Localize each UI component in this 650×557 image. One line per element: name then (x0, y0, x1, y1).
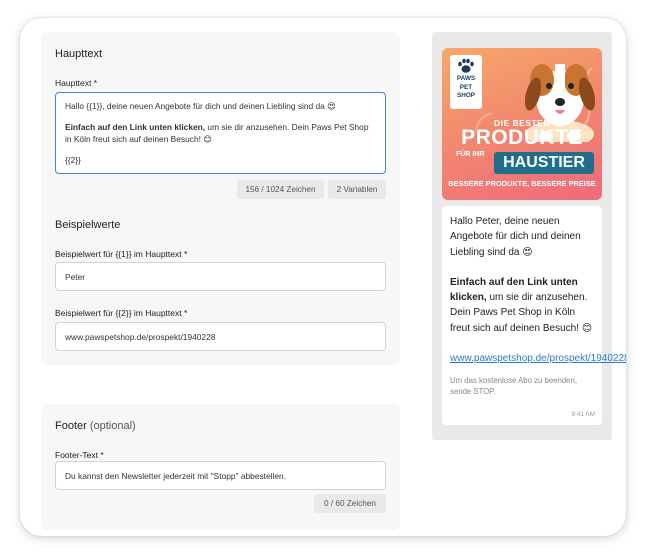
logo-text-pet: PET (459, 83, 473, 91)
message-bubble: Hallo Peter, deine neuen Angebote für di… (442, 206, 626, 425)
footer-section-title: Footer (optional) (55, 420, 136, 432)
footer-text-input[interactable]: Du kannst den Newsletter jederzeit mit "… (55, 461, 386, 490)
beispielwerte-section-title: Beispielwerte (55, 219, 121, 231)
logo-text-shop: SHOP (456, 92, 476, 100)
haupttext-section-title: Haupttext (55, 48, 103, 60)
char-count-badge: 156 / 1024 Zeichen (237, 180, 324, 199)
preview-greeting: Hallo Peter, deine neuen Angebote für di… (450, 216, 581, 258)
paws-pet-shop-logo: PAWS PET SHOP (450, 55, 482, 109)
footer-optional-text: (optional) (86, 420, 136, 432)
banner-headline-large: PRODUKTE (461, 126, 583, 149)
example-1-input[interactable]: Peter (55, 262, 386, 291)
message-preview-panel: PAWS PET SHOP DIE BESTEN PRODUKTE FÜR IH… (432, 32, 626, 440)
haupttext-field-label: Haupttext * (55, 78, 98, 88)
footer-card: Footer (optional) Footer-Text * Du kanns… (41, 404, 400, 530)
haupttext-card: Haupttext Haupttext * Hallo {{1}}, deine… (41, 32, 400, 365)
preview-body: Einfach auf den Link unten klicken, um s… (450, 275, 594, 336)
variable-count-badge: 2 Variablen (328, 180, 386, 199)
preview-stop-text: Um das kostenlose Abo zu beenden, sende … (450, 376, 577, 397)
haupttext-line-1: Hallo {{1}}, deine neuen Angebote für di… (65, 101, 336, 111)
preview-timestamp: 9:41 AM (571, 411, 595, 419)
preview-link[interactable]: www.pawspetshop.de/prospekt/1940228 (450, 353, 626, 364)
paw-icon (458, 58, 474, 73)
haupttext-textarea[interactable]: Hallo {{1}}, deine neuen Angebote für di… (55, 92, 386, 174)
example-1-value: Peter (65, 271, 86, 282)
example-2-value: www.pawspetshop.de/prospekt/1940228 (65, 331, 216, 342)
footer-text-label: Footer-Text * (55, 450, 104, 460)
banner-subline: FÜR IHR (456, 151, 485, 158)
footer-title-text: Footer (55, 420, 87, 432)
haupttext-line-2: Einfach auf den Link unten klicken, um s… (65, 122, 376, 145)
app-frame: Haupttext Haupttext * Hallo {{1}}, deine… (20, 18, 626, 536)
haupttext-line-3: {{2}} (65, 155, 81, 166)
footer-text-value: Du kannst den Newsletter jederzeit mit "… (65, 470, 287, 481)
logo-text-paws: PAWS (456, 75, 476, 82)
banner-haustier-label: HAUSTIER (494, 152, 594, 174)
haupttext-bold-text: Einfach auf den Link unten klicken, (65, 122, 206, 133)
example-2-input[interactable]: www.pawspetshop.de/prospekt/1940228 (55, 322, 386, 351)
footer-char-count-badge: 0 / 60 Zeichen (314, 494, 386, 513)
example-1-label: Beispielwert für {{1}} im Haupttext * (55, 249, 188, 259)
promo-banner-image: PAWS PET SHOP DIE BESTEN PRODUKTE FÜR IH… (442, 48, 602, 200)
example-2-label: Beispielwert für {{2}} im Haupttext * (55, 308, 188, 318)
banner-tagline: BESSERE PRODUKTE, BESSERE PREISE (448, 179, 596, 188)
